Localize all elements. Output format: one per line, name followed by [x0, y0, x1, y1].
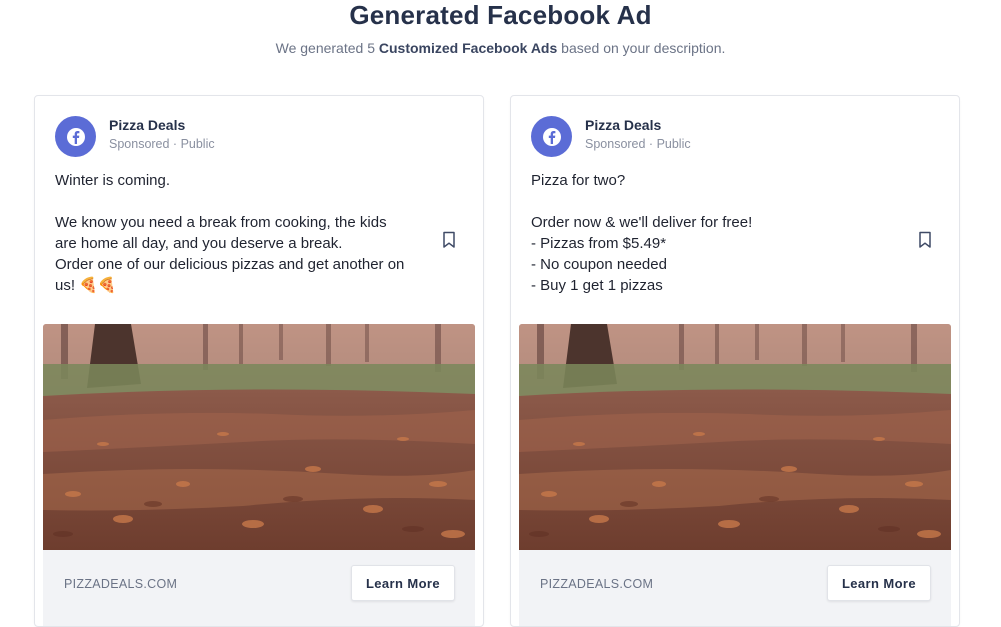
facebook-icon[interactable]	[531, 116, 572, 157]
ad-card: Pizza Deals Sponsored · Public Winter is…	[34, 95, 484, 627]
page-title: Generated Facebook Ad	[349, 0, 652, 30]
facebook-icon[interactable]	[55, 116, 96, 157]
ad-primary-text: Pizza for two? Order now & we'll deliver…	[531, 172, 753, 294]
sponsored-meta: Sponsored · Public	[585, 137, 691, 151]
bookmark-icon[interactable]	[442, 231, 456, 249]
ad-domain: PIZZADEALS.COM	[64, 577, 178, 591]
ad-footer: PIZZADEALS.COM Learn More	[43, 550, 475, 626]
ad-image	[519, 324, 951, 550]
bookmark-icon[interactable]	[918, 231, 932, 249]
page-subtitle: We generated 5 Customized Facebook Ads b…	[0, 38, 1001, 58]
ad-primary-text: Winter is coming. We know you need a bre…	[55, 172, 405, 294]
page-name[interactable]: Pizza Deals	[109, 117, 185, 133]
subtitle-suffix: based on your description.	[557, 40, 726, 56]
subtitle-highlight: Customized Facebook Ads	[378, 40, 558, 56]
learn-more-button[interactable]: Learn More	[827, 565, 931, 601]
page-name[interactable]: Pizza Deals	[585, 117, 661, 133]
sponsored-meta: Sponsored · Public	[109, 137, 215, 151]
subtitle-prefix: We generated 5	[275, 40, 379, 56]
learn-more-button[interactable]: Learn More	[351, 565, 455, 601]
ad-image	[43, 324, 475, 550]
ad-footer: PIZZADEALS.COM Learn More	[519, 550, 951, 626]
ad-card: Pizza Deals Sponsored · Public Pizza for…	[510, 95, 960, 627]
ad-domain: PIZZADEALS.COM	[540, 577, 654, 591]
